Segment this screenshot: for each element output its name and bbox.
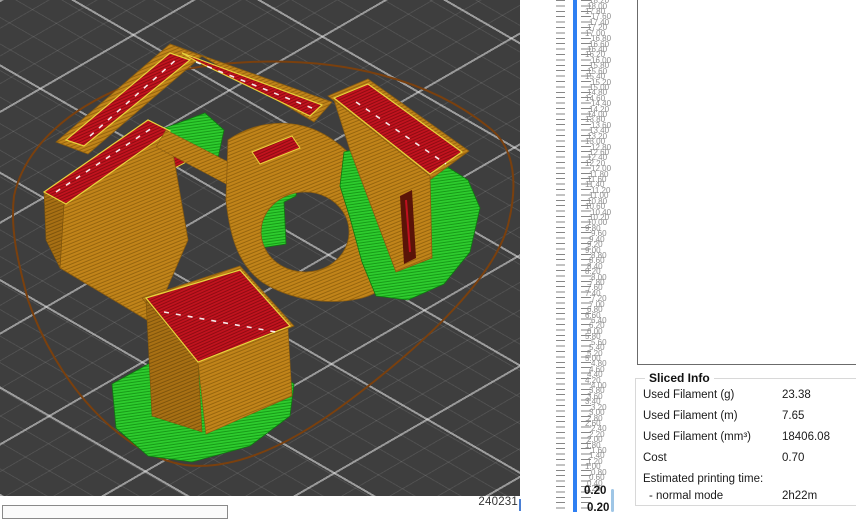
right-panel: Sliced Info Used Filament (g)23.38Used F… xyxy=(630,0,856,512)
sliced-info-title: Sliced Info xyxy=(645,371,714,385)
sliced-info-row: Used Filament (mm³) 18406.08 xyxy=(636,428,856,449)
sliced-info-row: - normal mode 2h22m xyxy=(636,487,856,504)
sliced-info-label: Used Filament (m) xyxy=(643,410,738,422)
gcode-preview-canvas[interactable] xyxy=(0,0,520,496)
sliced-model-render xyxy=(0,0,520,496)
layer-ticks-left xyxy=(556,0,565,512)
sliced-info-value: 18406.08 xyxy=(782,431,830,443)
layer-slider-thumb[interactable] xyxy=(611,489,614,512)
layer-slider[interactable]: 0.200.400.600.801.001.201.401.601.802.00… xyxy=(552,0,637,512)
sliced-info-row: Cost 0.70 xyxy=(636,449,856,470)
sliced-info-row: Estimated printing time: xyxy=(636,470,856,487)
status-readout: 240231 xyxy=(466,496,518,508)
info-box xyxy=(637,0,856,365)
sliced-info-label: Used Filament (mm³) xyxy=(643,431,751,443)
sliced-info-row: Used Filament (g) 23.38 xyxy=(636,386,856,407)
text-caret xyxy=(519,499,521,511)
sliced-info-groupbox: Sliced Info Used Filament (g)23.38Used F… xyxy=(635,378,856,506)
sliced-info-label: Estimated printing time: xyxy=(643,473,763,485)
current-layer-value: 0.20 xyxy=(584,485,606,497)
layer-slider-track[interactable] xyxy=(573,0,577,512)
bottom-layer-value: 0.20 xyxy=(587,502,609,514)
layer-tick-label: 18.20 xyxy=(589,0,609,5)
sliced-info-value: 23.38 xyxy=(782,389,811,401)
sliced-info-value: 7.65 xyxy=(782,410,804,422)
sliced-info-label: - normal mode xyxy=(649,490,723,502)
sliced-info-label: Cost xyxy=(643,452,667,464)
left-wall-side xyxy=(44,192,64,268)
horizontal-move-slider[interactable] xyxy=(2,505,228,519)
sliced-info-row: Used Filament (m) 7.65 xyxy=(636,407,856,428)
sliced-info-value: 2h22m xyxy=(782,490,817,502)
sliced-info-label: Used Filament (g) xyxy=(643,389,734,401)
sliced-info-value: 0.70 xyxy=(782,452,804,464)
sliced-info-rows: Used Filament (g) 23.38 Used Filament (m) 7… xyxy=(636,386,856,504)
